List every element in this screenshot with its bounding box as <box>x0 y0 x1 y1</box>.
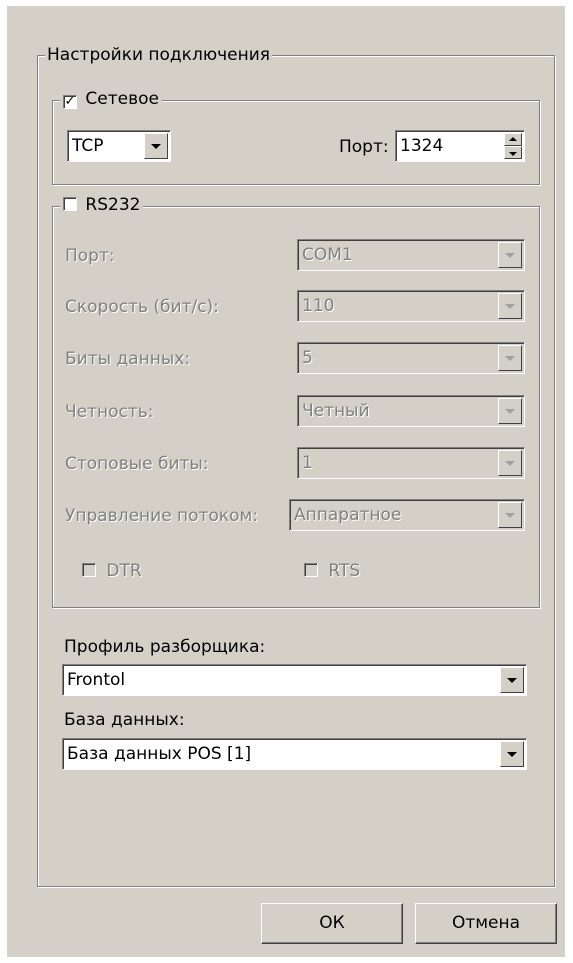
baud-rate-value: 110 <box>302 296 335 316</box>
rs232-port-select[interactable]: COM1 <box>297 239 525 271</box>
rts-checkbox-box[interactable] <box>304 563 318 577</box>
database-select[interactable]: База данных POS [1] <box>62 738 527 770</box>
stop-bits-value: 1 <box>302 453 313 473</box>
parser-profile-select[interactable]: Frontol <box>62 664 527 696</box>
rs232-checkbox-box[interactable] <box>63 197 77 211</box>
rs232-checkbox-label: RS232 <box>85 195 141 215</box>
network-port-input[interactable]: 1324 <box>395 130 525 162</box>
chevron-down-icon[interactable] <box>500 667 524 693</box>
port-spinner[interactable] <box>504 133 522 159</box>
parser-profile-label: Профиль разборщика: <box>64 637 266 657</box>
network-checkbox-label: Сетевое <box>85 89 159 109</box>
stop-bits-select[interactable]: 1 <box>297 447 525 479</box>
flow-control-label: Управление потоком: <box>65 506 259 526</box>
connection-settings-title: Настройки подключения <box>45 45 273 65</box>
data-bits-select[interactable]: 5 <box>297 342 525 374</box>
parity-select[interactable]: Четный <box>297 395 525 427</box>
spin-up-icon[interactable] <box>504 133 522 146</box>
chevron-down-icon[interactable] <box>144 133 168 159</box>
stop-bits-label: Стоповые биты: <box>65 454 209 474</box>
chevron-down-icon[interactable] <box>498 398 522 424</box>
chevron-down-icon[interactable] <box>498 502 522 528</box>
database-value: База данных POS [1] <box>67 744 252 764</box>
chevron-down-icon[interactable] <box>498 293 522 319</box>
checkmark-icon: ✓ <box>64 94 76 109</box>
chevron-down-icon[interactable] <box>498 345 522 371</box>
settings-dialog: Настройки подключения ✓ Сетевое TCP Порт… <box>7 6 565 957</box>
chevron-down-icon[interactable] <box>498 450 522 476</box>
data-bits-label: Биты данных: <box>65 349 191 369</box>
dtr-checkbox[interactable]: DTR <box>82 561 142 581</box>
chevron-down-icon[interactable] <box>498 242 522 268</box>
ok-button[interactable]: ОК <box>261 903 403 944</box>
rts-label: RTS <box>328 561 361 581</box>
spin-down-icon[interactable] <box>504 146 522 159</box>
parity-value: Четный <box>302 401 370 421</box>
chevron-down-icon[interactable] <box>500 741 524 767</box>
network-port-value: 1324 <box>400 136 444 156</box>
baud-rate-select[interactable]: 110 <box>297 290 525 322</box>
network-checkbox[interactable]: ✓ Сетевое <box>60 89 162 109</box>
flow-control-select[interactable]: Аппаратное <box>289 499 525 531</box>
cancel-button[interactable]: Отмена <box>415 903 557 944</box>
parity-label: Четность: <box>65 402 154 422</box>
protocol-select-value: TCP <box>72 136 104 156</box>
data-bits-value: 5 <box>302 348 313 368</box>
network-checkbox-box[interactable]: ✓ <box>63 95 77 109</box>
baud-rate-label: Скорость (бит/с): <box>65 297 219 317</box>
network-port-label: Порт: <box>339 137 389 157</box>
rs232-checkbox[interactable]: RS232 <box>60 195 144 215</box>
protocol-select[interactable]: TCP <box>67 130 171 162</box>
parser-profile-value: Frontol <box>67 670 126 690</box>
flow-control-value: Аппаратное <box>294 505 402 525</box>
rs232-port-label: Порт: <box>65 246 115 266</box>
database-label: База данных: <box>64 710 185 730</box>
rs232-port-value: COM1 <box>302 245 353 265</box>
dtr-label: DTR <box>106 561 142 581</box>
rts-checkbox[interactable]: RTS <box>304 561 360 581</box>
dtr-checkbox-box[interactable] <box>82 563 96 577</box>
